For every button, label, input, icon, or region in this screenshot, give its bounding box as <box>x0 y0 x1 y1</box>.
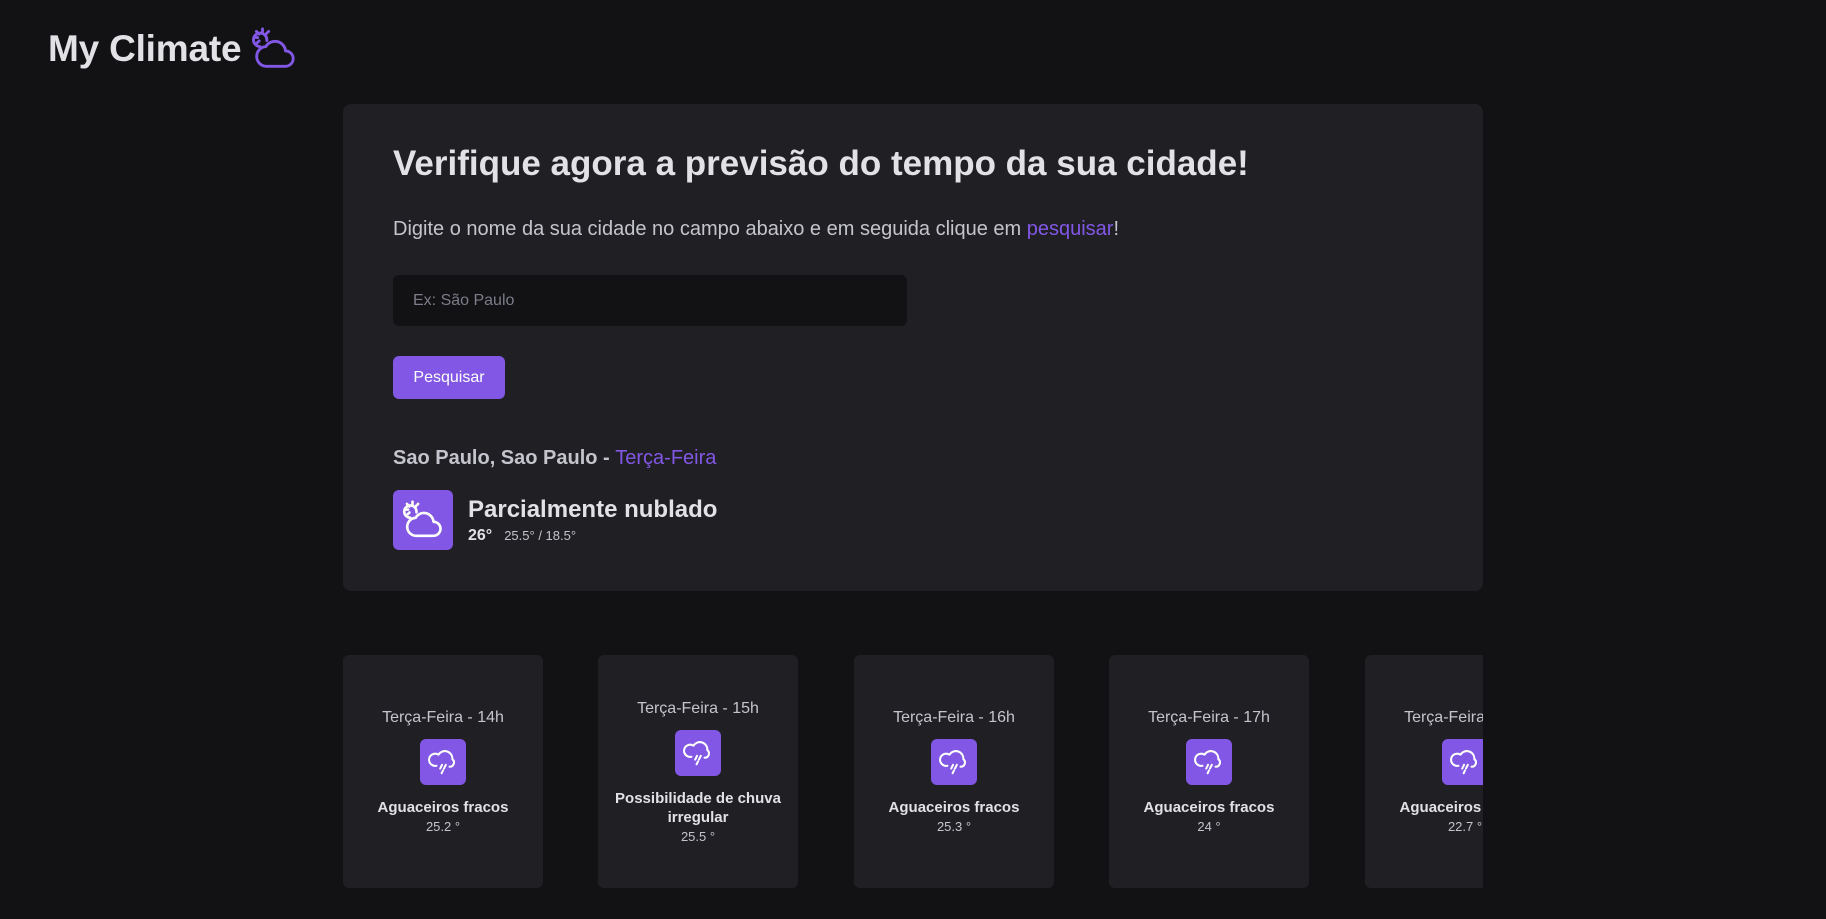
forecast-card: Terça-Feira - 14h Aguaceiros fracos 25.2… <box>343 655 543 888</box>
forecast-icon-box <box>420 739 466 785</box>
app-logo-text: My Climate <box>48 28 242 69</box>
forecast-time: Terça-Feira - 18h <box>1404 709 1483 726</box>
cloud-drizzle-icon <box>428 750 455 775</box>
location-city: Sao Paulo, Sao Paulo - <box>393 447 616 469</box>
current-weather-icon-box <box>393 490 453 550</box>
forecast-icon-box <box>931 739 977 785</box>
temperature-range: 25.5° / 18.5° <box>504 528 577 543</box>
app-header: My Climate <box>48 24 297 74</box>
search-link[interactable]: pesquisar <box>1027 218 1114 240</box>
location-day: Terça-Feira <box>615 447 717 469</box>
forecast-card: Terça-Feira - 17h Aguaceiros fracos 24 ° <box>1109 655 1309 888</box>
cloud-drizzle-icon <box>939 750 966 775</box>
forecast-temperature: 25.5 ° <box>680 828 716 844</box>
cloud-drizzle-icon <box>1450 750 1477 775</box>
forecast-temperature: 25.3 ° <box>936 819 972 834</box>
search-button[interactable]: Pesquisar <box>393 356 505 399</box>
page-title: Verifique agora a previsão do tempo da s… <box>393 144 1249 183</box>
forecast-time: Terça-Feira - 17h <box>1148 709 1270 726</box>
location-label: Sao Paulo, Sao Paulo - Terça-Feira <box>393 447 716 470</box>
forecast-condition: Aguaceiros fracos <box>1399 799 1483 816</box>
current-condition: Parcialmente nublado <box>468 496 718 523</box>
cloud-sun-icon <box>402 500 442 538</box>
hourly-forecast-list[interactable]: Terça-Feira - 14h Aguaceiros fracos 25.2… <box>343 655 1483 888</box>
cloud-sun-icon <box>252 27 295 68</box>
forecast-temperature: 22.7 ° <box>1447 819 1483 834</box>
forecast-card: Terça-Feira - 15h Possibilidade de chuva… <box>598 655 798 888</box>
forecast-condition: Aguaceiros fracos <box>377 799 509 816</box>
forecast-time: Terça-Feira - 15h <box>637 699 759 717</box>
cloud-drizzle-icon <box>1194 750 1221 775</box>
forecast-card: Terça-Feira - 18h Aguaceiros fracos 22.7… <box>1365 655 1483 888</box>
cloud-drizzle-icon <box>683 740 710 765</box>
forecast-condition: Aguaceiros fracos <box>888 799 1020 816</box>
search-card: Verifique agora a previsão do tempo da s… <box>343 104 1483 591</box>
forecast-time: Terça-Feira - 16h <box>893 709 1015 726</box>
forecast-icon-box <box>1442 739 1483 785</box>
forecast-condition: Possibilidade de chuva irregular <box>615 789 781 826</box>
city-search-input[interactable] <box>393 275 907 326</box>
current-temperature-group: 26° 25.5° / 18.5° <box>468 527 576 545</box>
instructions-text: Digite o nome da sua cidade no campo aba… <box>393 218 1119 241</box>
instructions-prefix: Digite o nome da sua cidade no campo aba… <box>393 218 1027 240</box>
instructions-suffix: ! <box>1113 218 1120 240</box>
forecast-icon-box <box>1186 739 1232 785</box>
forecast-temperature: 25.2 ° <box>425 819 461 834</box>
forecast-icon-box <box>675 729 721 776</box>
forecast-card: Terça-Feira - 16h Aguaceiros fracos 25.3… <box>854 655 1054 888</box>
forecast-temperature: 24 ° <box>1197 819 1221 834</box>
forecast-condition: Aguaceiros fracos <box>1143 799 1275 816</box>
current-temperature: 26° <box>468 527 493 544</box>
forecast-time: Terça-Feira - 14h <box>382 709 504 726</box>
